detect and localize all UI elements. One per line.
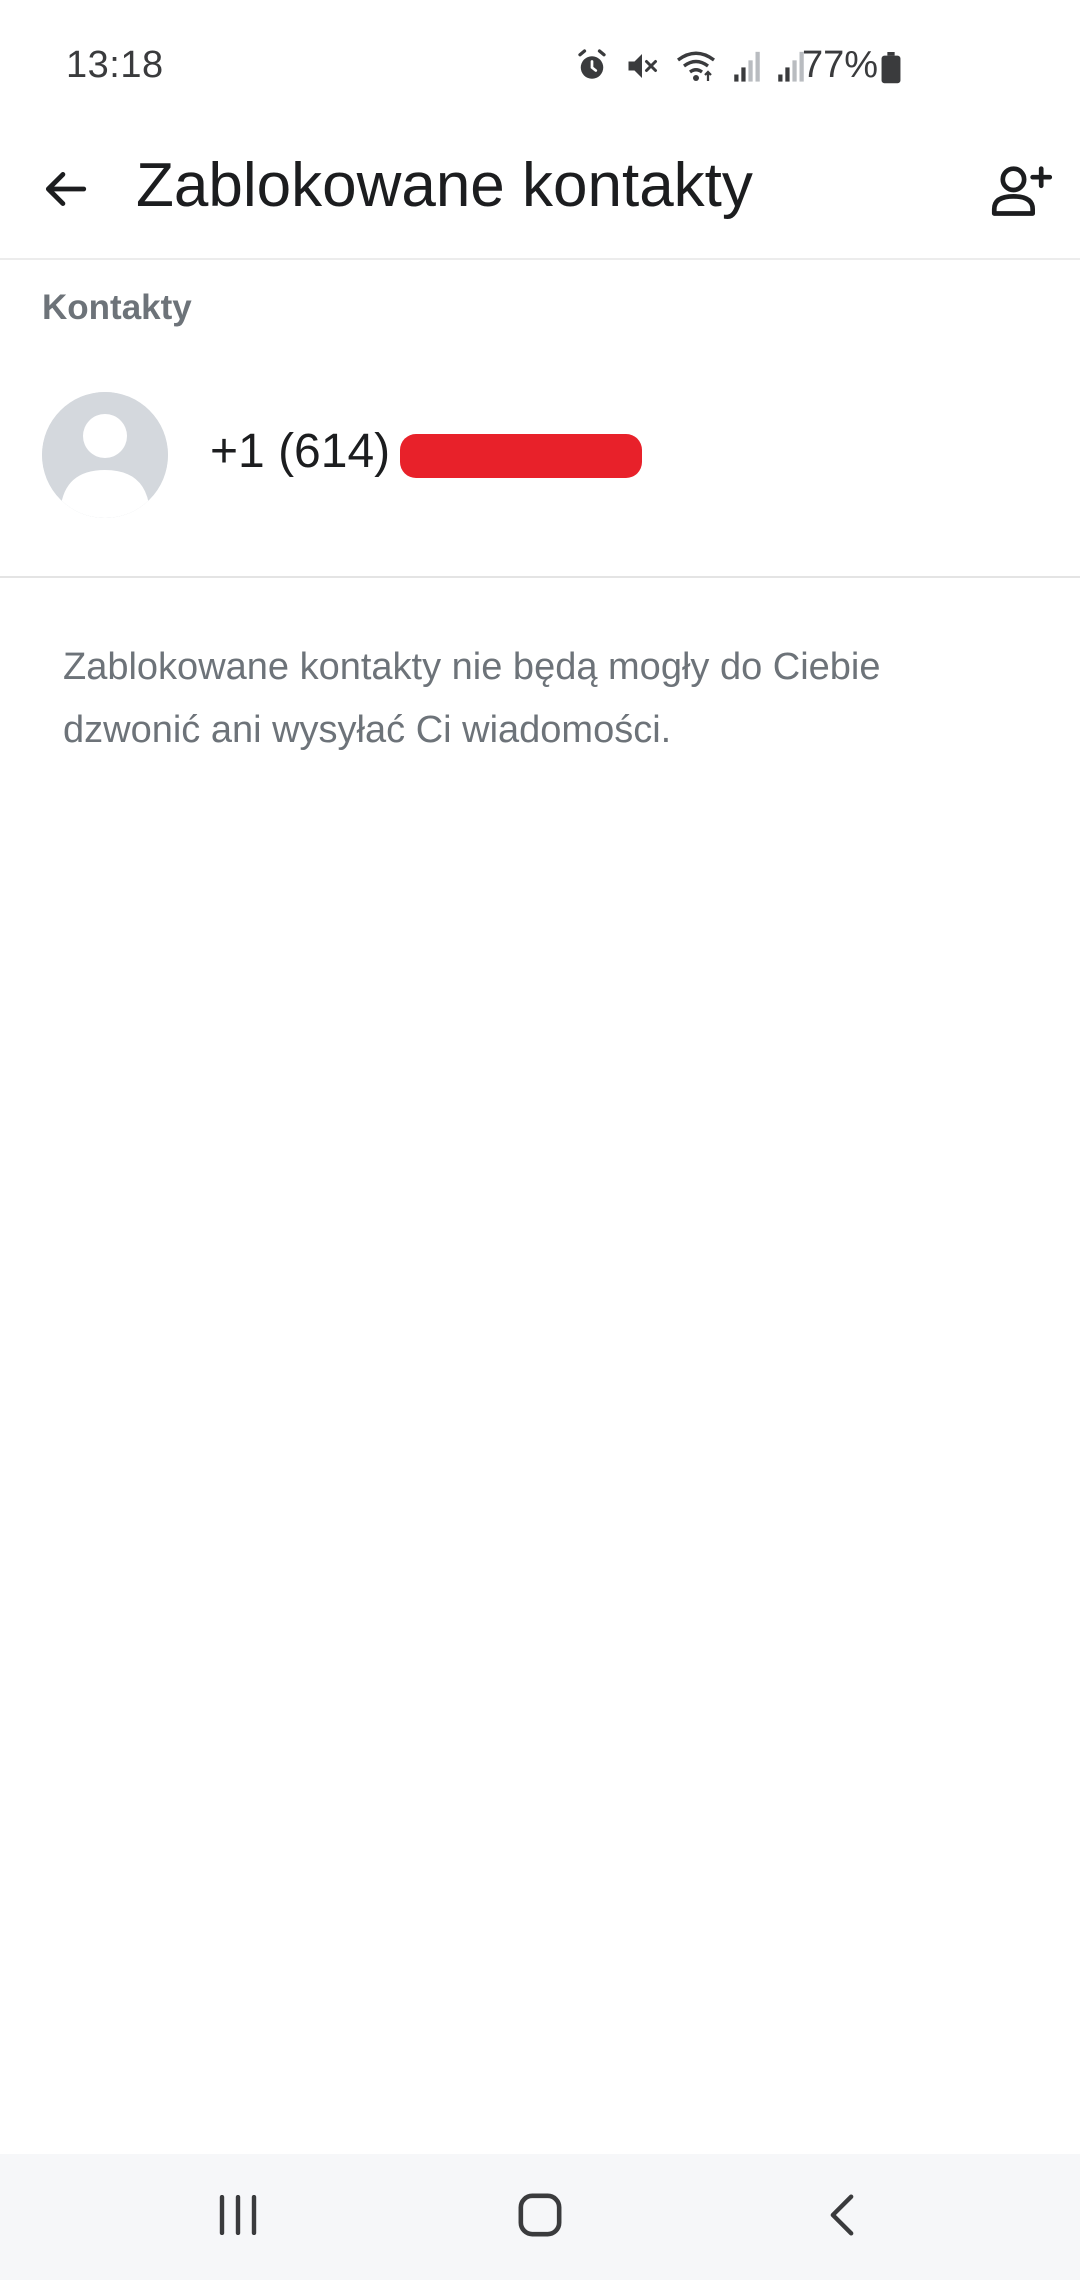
status-icons [574, 44, 806, 88]
add-blocked-contact-button[interactable] [984, 154, 1060, 230]
back-nav-button[interactable] [802, 2182, 882, 2252]
battery-icon [880, 52, 902, 89]
mute-icon [624, 48, 660, 84]
page-title: Zablokowane kontakty [136, 151, 753, 220]
status-time: 13:18 [66, 44, 164, 86]
signal-icon [732, 49, 762, 83]
recent-apps-button[interactable] [198, 2182, 278, 2252]
contact-row[interactable]: +1 (614) [0, 374, 1080, 534]
arrow-left-icon [40, 164, 90, 219]
status-bar: 13:18 77% [0, 0, 1080, 130]
avatar [42, 392, 168, 518]
contact-number: +1 (614) [210, 425, 391, 478]
home-button[interactable] [500, 2182, 580, 2252]
redaction-mark [400, 434, 642, 478]
home-icon [517, 2192, 563, 2243]
battery-percentage: 77% [802, 44, 879, 86]
alarm-icon [574, 48, 610, 84]
app-bar: Zablokowane kontakty [0, 130, 1080, 260]
section-header: Kontakty [42, 288, 192, 327]
back-button[interactable] [30, 156, 100, 226]
wifi-icon [674, 48, 718, 84]
divider [0, 576, 1080, 578]
add-contact-icon [990, 162, 1054, 223]
info-text: Zablokowane kontakty nie będą mogły do C… [63, 646, 881, 751]
back-nav-icon [824, 2193, 860, 2242]
navigation-bar [0, 2154, 1080, 2280]
recent-apps-icon [216, 2194, 260, 2240]
